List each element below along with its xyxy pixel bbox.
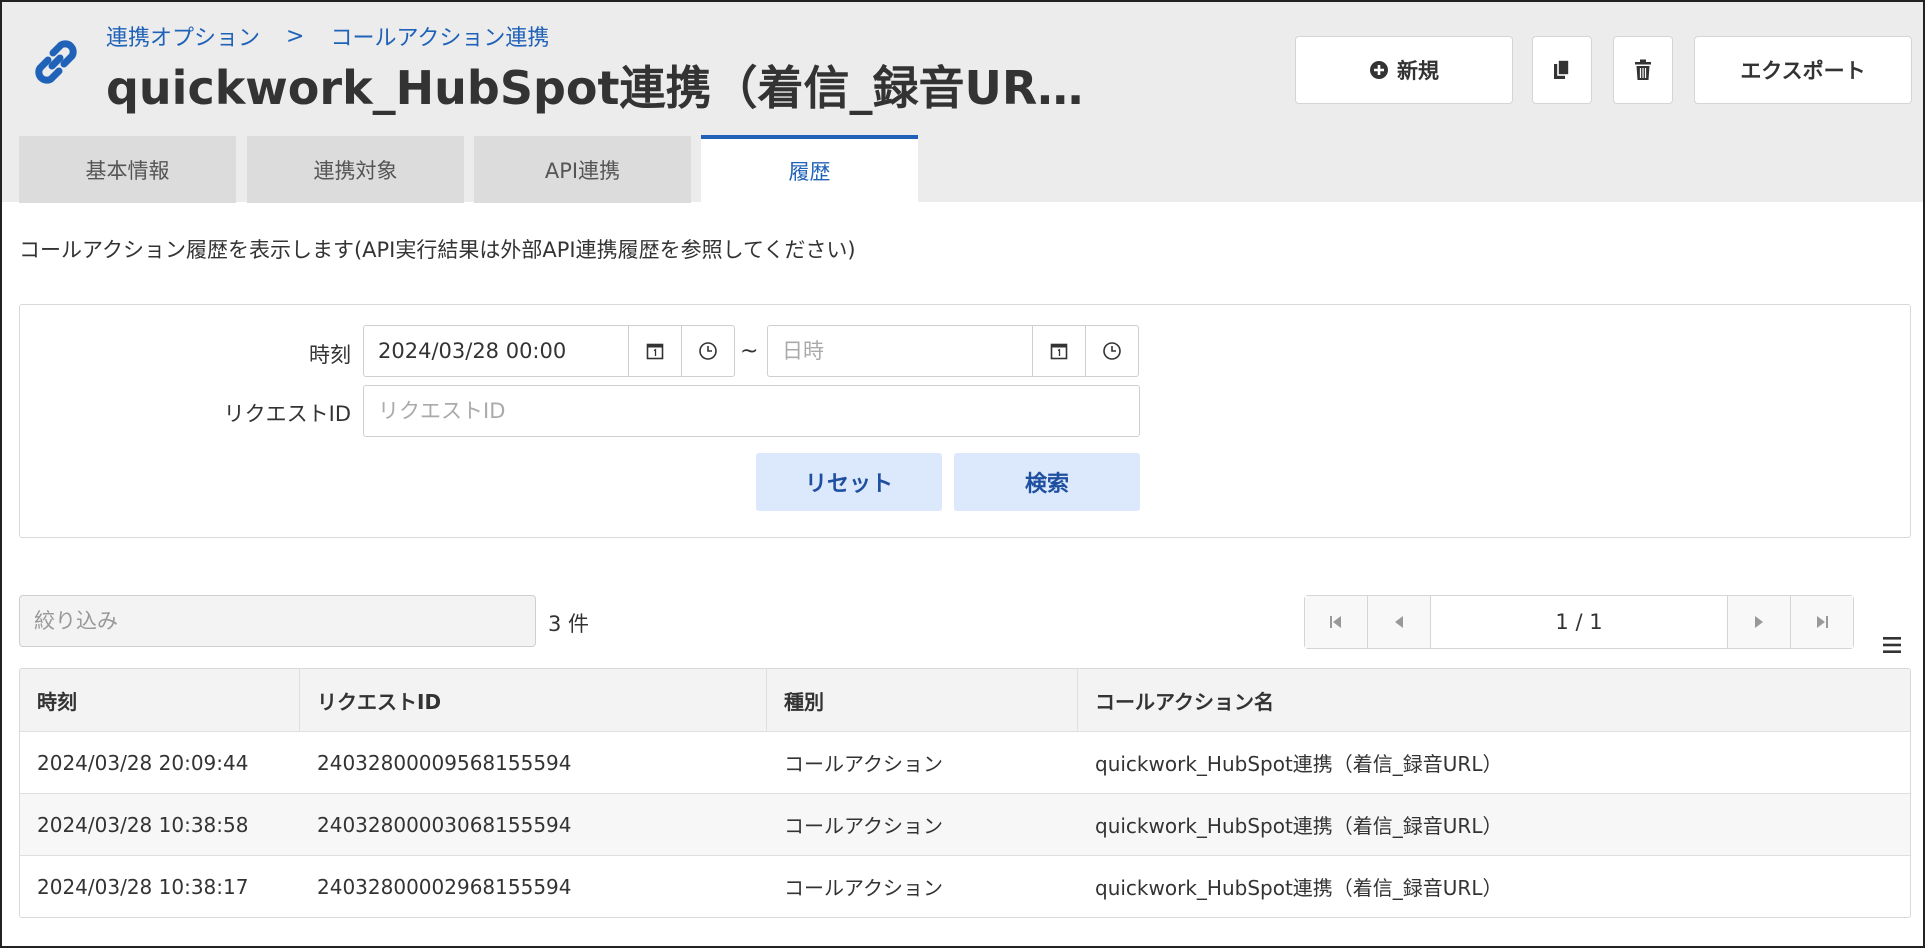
- calendar-icon: [646, 343, 664, 360]
- time-label: 時刻: [309, 343, 351, 367]
- export-button[interactable]: エクスポート: [1694, 36, 1912, 104]
- tab-basic-info[interactable]: 基本情報: [19, 136, 236, 203]
- column-menu-icon[interactable]: [1881, 634, 1903, 656]
- result-count: 3 件: [548, 612, 590, 636]
- column-header-action-name[interactable]: コールアクション名: [1078, 669, 1910, 731]
- range-separator: ~: [740, 339, 759, 364]
- page-title: quickwork_HubSpot連携（着信_録音UR…: [106, 61, 1084, 115]
- table-row[interactable]: 2024/03/28 20:09:44 24032800009568155594…: [20, 731, 1910, 793]
- breadcrumb: 連携オプション > コールアクション連携: [106, 20, 549, 52]
- page-header: 連携オプション > コールアクション連携 quickwork_HubSpot連携…: [2, 2, 1923, 203]
- time-from-clock-button[interactable]: [681, 326, 734, 376]
- cell-action-name: quickwork_HubSpot連携（着信_録音URL）: [1095, 752, 1503, 776]
- clock-icon: [1103, 342, 1121, 360]
- column-header-request-id[interactable]: リクエストID: [300, 669, 767, 731]
- time-from-calendar-button[interactable]: [628, 326, 681, 376]
- time-to-input[interactable]: [768, 326, 1032, 376]
- cell-type: コールアクション: [784, 752, 943, 776]
- filter-input[interactable]: [19, 595, 536, 647]
- last-page-button[interactable]: [1790, 596, 1853, 648]
- reset-button[interactable]: リセット: [756, 453, 942, 511]
- pagination: 1 / 1: [1304, 595, 1854, 649]
- table-header-row: 時刻 リクエストID 種別 コールアクション名: [20, 669, 1910, 731]
- cell-request-id: 24032800002968155594: [317, 874, 572, 899]
- column-header-type[interactable]: 種別: [767, 669, 1078, 731]
- tab-history[interactable]: 履歴: [701, 135, 918, 203]
- cell-type: コールアクション: [784, 814, 943, 838]
- first-page-button[interactable]: [1305, 596, 1368, 648]
- new-button[interactable]: 新規: [1295, 36, 1513, 104]
- search-button[interactable]: 検索: [954, 453, 1140, 511]
- prev-page-button[interactable]: [1368, 596, 1431, 648]
- request-id-label: リクエストID: [223, 402, 351, 426]
- cell-type: コールアクション: [784, 876, 943, 900]
- table-row[interactable]: 2024/03/28 10:38:58 24032800003068155594…: [20, 793, 1910, 855]
- copy-button[interactable]: [1532, 36, 1592, 104]
- history-description: コールアクション履歴を表示します(API実行結果は外部API連携履歴を参照してく…: [19, 238, 856, 262]
- delete-button[interactable]: [1613, 36, 1673, 104]
- cell-request-id: 24032800003068155594: [317, 812, 572, 837]
- time-from-input[interactable]: [364, 326, 628, 376]
- cell-time: 2024/03/28 20:09:44: [37, 750, 249, 775]
- plus-circle-icon: [1370, 61, 1388, 79]
- column-header-time[interactable]: 時刻: [20, 669, 300, 731]
- cell-time: 2024/03/28 10:38:58: [37, 812, 249, 837]
- time-to-calendar-button[interactable]: [1032, 326, 1085, 376]
- breadcrumb-current-link[interactable]: コールアクション連携: [330, 20, 549, 52]
- next-page-button[interactable]: [1727, 596, 1790, 648]
- app-frame: 連携オプション > コールアクション連携 quickwork_HubSpot連携…: [0, 0, 1925, 948]
- breadcrumb-parent-link[interactable]: 連携オプション: [106, 20, 260, 52]
- cell-action-name: quickwork_HubSpot連携（着信_録音URL）: [1095, 876, 1503, 900]
- breadcrumb-separator: >: [286, 23, 305, 49]
- request-id-input[interactable]: [363, 385, 1140, 437]
- calendar-icon: [1050, 343, 1068, 360]
- time-from-field: [363, 325, 735, 377]
- history-table: 時刻 リクエストID 種別 コールアクション名 2024/03/28 20:09…: [19, 668, 1911, 918]
- first-page-icon: [1330, 616, 1341, 628]
- time-to-field: [767, 325, 1139, 377]
- clock-icon: [699, 342, 717, 360]
- last-page-icon: [1817, 616, 1828, 628]
- tab-targets[interactable]: 連携対象: [247, 136, 464, 203]
- time-to-clock-button[interactable]: [1085, 326, 1138, 376]
- page-info: 1 / 1: [1555, 610, 1603, 634]
- prev-page-icon: [1395, 616, 1403, 628]
- cell-action-name: quickwork_HubSpot連携（着信_録音URL）: [1095, 814, 1503, 838]
- tab-api[interactable]: API連携: [474, 136, 691, 203]
- copy-icon: [1554, 59, 1570, 79]
- cell-request-id: 24032800009568155594: [317, 750, 572, 775]
- next-page-icon: [1755, 616, 1763, 628]
- link-icon: [35, 40, 77, 84]
- table-row[interactable]: 2024/03/28 10:38:17 24032800002968155594…: [20, 855, 1910, 917]
- search-panel: 時刻 ~: [19, 304, 1911, 538]
- new-button-label: 新規: [1397, 59, 1439, 83]
- cell-time: 2024/03/28 10:38:17: [37, 874, 249, 899]
- trash-icon: [1635, 59, 1651, 80]
